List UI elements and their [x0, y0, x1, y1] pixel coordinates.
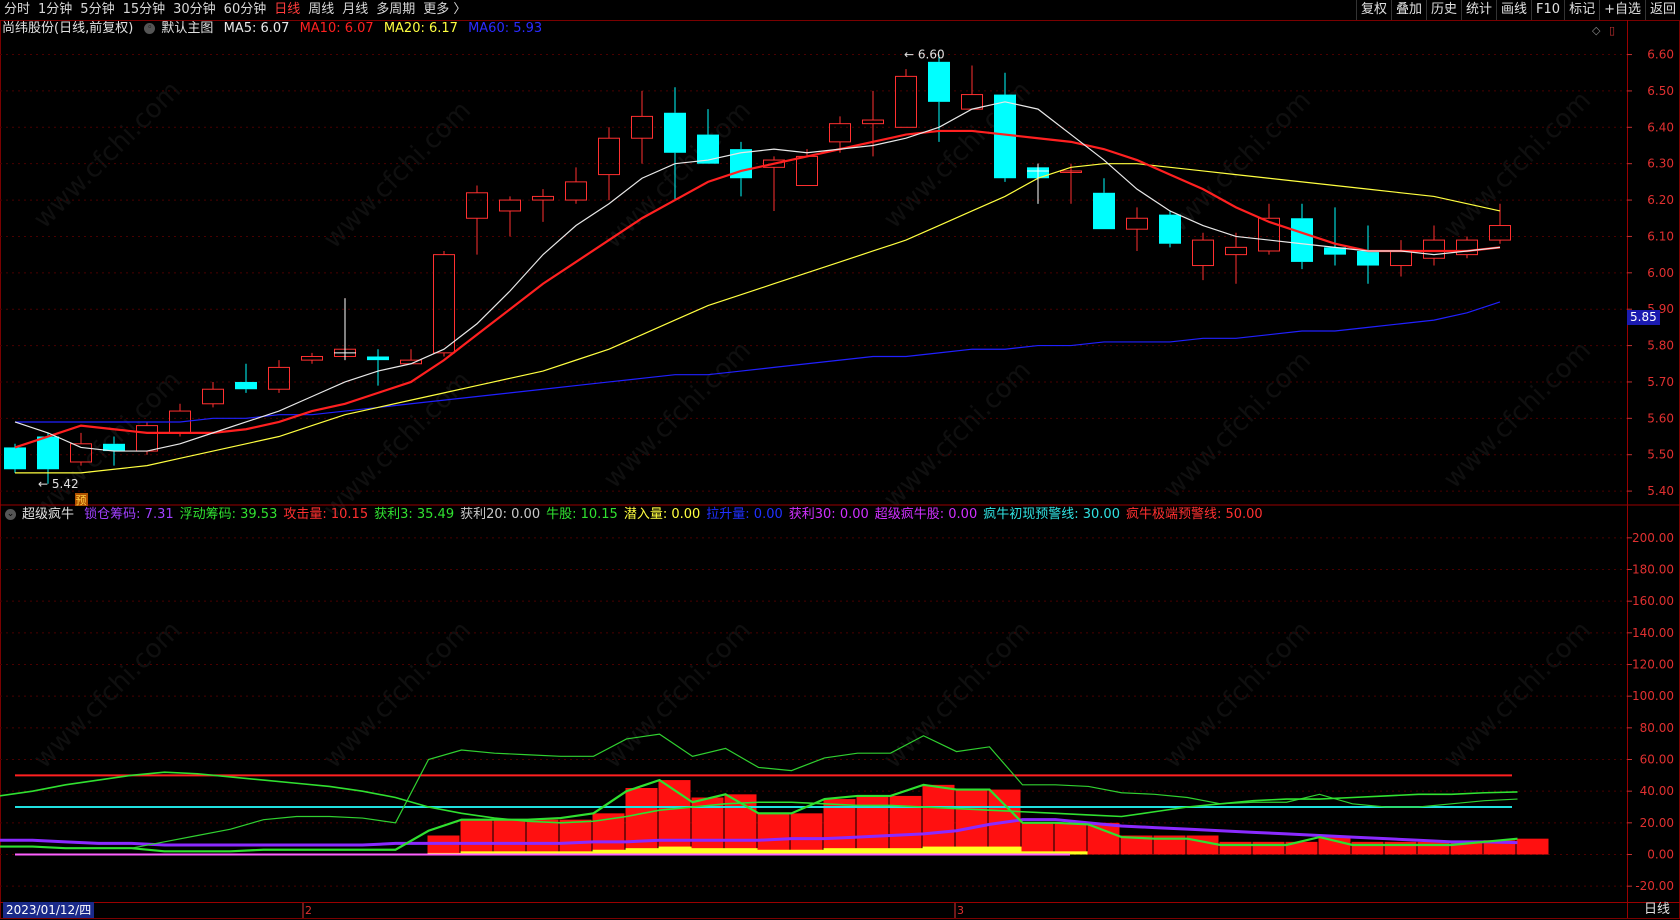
current-price-tag: 5.85	[1627, 310, 1660, 325]
latent-volume-bar	[955, 846, 989, 855]
bottom-period-tab[interactable]: 日线	[1644, 902, 1670, 918]
month-mark: 3	[957, 904, 964, 917]
attack-volume-bar	[1417, 841, 1450, 855]
price-tick-label: 6.10	[1647, 229, 1674, 243]
indicator-tick-label: 100.00	[1632, 689, 1674, 703]
attack-volume-bar	[1219, 841, 1252, 855]
indicator-tick-label: 160.00	[1632, 594, 1674, 608]
ma20-line	[15, 163, 1501, 474]
attack-volume-bar	[1087, 822, 1120, 855]
candle-up	[895, 75, 917, 128]
attack-volume-bar	[460, 819, 493, 855]
candle-up	[1390, 250, 1412, 267]
candle-down	[1291, 218, 1313, 262]
candle-up	[70, 443, 92, 463]
price-tick-label: 5.40	[1647, 484, 1674, 498]
attack-volume-bar	[889, 795, 922, 855]
candle-down	[37, 436, 59, 470]
candle-up	[301, 355, 323, 361]
attack-volume-bar	[1516, 838, 1549, 855]
pre-mark-label: 预	[76, 494, 87, 507]
attack-volume-bar	[1384, 841, 1417, 855]
candle-up	[1126, 217, 1148, 230]
attack-volume-bar	[526, 819, 559, 855]
attack-volume-bar	[559, 819, 592, 855]
indicator-tick-label: 80.00	[1640, 721, 1674, 735]
attack-volume-bar	[922, 784, 955, 855]
indicator-tick-label: 120.00	[1632, 658, 1674, 672]
latent-volume-bar	[988, 846, 1022, 855]
attack-volume-bar	[955, 789, 988, 855]
indicator-tick-label: 40.00	[1640, 784, 1674, 798]
indicator-tick-label: 60.00	[1640, 753, 1674, 767]
candle-up	[136, 425, 158, 452]
candle-up	[862, 119, 884, 125]
latent-volume-bar	[922, 846, 956, 855]
attack-volume-bar	[1252, 841, 1285, 855]
candle-up	[829, 123, 851, 143]
candle-up	[202, 388, 224, 405]
indicator-tick-label: 200.00	[1632, 531, 1674, 545]
candle-up	[532, 195, 554, 201]
candle-up	[796, 155, 818, 187]
candle-up	[598, 137, 620, 176]
crosshair-date-label: 2023/01/12/四	[3, 902, 95, 918]
price-tick-label: 6.60	[1647, 48, 1674, 62]
candle-up	[1489, 225, 1511, 241]
candle-down	[928, 61, 950, 102]
indicator-tick-label: 0.00	[1647, 848, 1674, 862]
candle-up	[1423, 239, 1445, 259]
candle-up	[1192, 239, 1214, 267]
candle-down	[4, 447, 26, 470]
high-price-annotation: ← 6.60	[904, 48, 945, 62]
attack-volume-bar	[757, 813, 790, 855]
price-tick-label: 6.50	[1647, 84, 1674, 98]
price-tick-label: 5.70	[1647, 375, 1674, 389]
price-tick-label: 5.60	[1647, 411, 1674, 425]
latent-volume-bar	[658, 846, 692, 855]
indicator-tick-label: 20.00	[1640, 816, 1674, 830]
indicator-tick-label: -20.00	[1635, 879, 1674, 893]
candle-up	[1456, 239, 1478, 256]
diamond-icon: ◇	[1592, 24, 1601, 37]
chart-border	[0, 20, 1680, 919]
candle-down	[367, 356, 389, 361]
candle-up	[268, 366, 290, 390]
price-tick-label: 6.40	[1647, 120, 1674, 134]
kline-chart[interactable]: 6.606.506.406.306.206.106.005.905.805.70…	[0, 0, 1680, 920]
candle-up	[565, 181, 587, 201]
candle-up	[499, 199, 521, 212]
attack-volume-bar	[493, 819, 526, 855]
attack-volume-bar	[1054, 822, 1087, 855]
price-tick-label: 6.00	[1647, 266, 1674, 280]
candle-up	[466, 192, 488, 219]
price-tick-label: 6.20	[1647, 193, 1674, 207]
panel-icon: ▯	[1609, 24, 1615, 37]
candle-down	[235, 381, 257, 390]
low-price-annotation: ← 5.42	[38, 477, 79, 491]
candle-down	[697, 134, 719, 164]
month-mark: 2	[305, 904, 312, 917]
candle-down	[1093, 192, 1115, 230]
ma60-line	[15, 301, 1501, 423]
candle-up	[1225, 246, 1247, 256]
attack-volume-bar	[427, 835, 460, 855]
candle-up	[433, 254, 455, 354]
candle-down	[1357, 250, 1379, 266]
indicator-tick-label: 180.00	[1632, 563, 1674, 577]
attack-volume-bar	[790, 813, 823, 855]
candle-down	[1159, 214, 1181, 244]
indicator-tick-label: 140.00	[1632, 626, 1674, 640]
price-tick-label: 6.30	[1647, 157, 1674, 171]
attack-volume-bar	[625, 788, 658, 855]
ma5-line	[14, 101, 1501, 452]
price-tick-label: 5.80	[1647, 339, 1674, 353]
attack-volume-bar	[1351, 841, 1384, 855]
price-tick-label: 5.50	[1647, 448, 1674, 462]
candle-down	[664, 112, 686, 153]
attack-volume-bar	[1021, 822, 1054, 855]
